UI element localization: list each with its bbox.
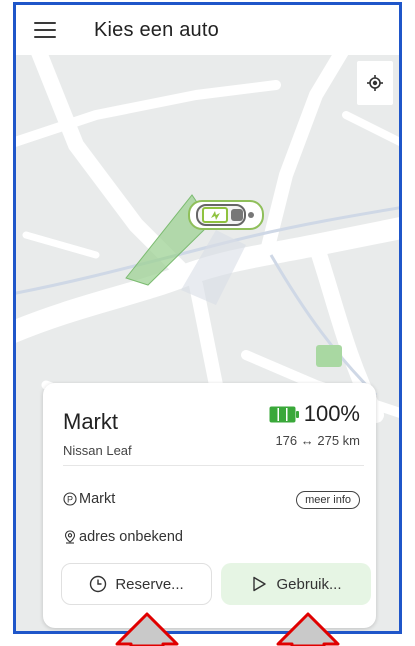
- car-marker-icon[interactable]: [187, 198, 265, 232]
- my-location-icon: [367, 75, 383, 91]
- car-model: Nissan Leaf: [63, 443, 132, 458]
- address-text: adres onbekend: [79, 529, 183, 545]
- top-app-bar: Kies een auto: [16, 5, 399, 55]
- battery-percent: 100%: [303, 401, 360, 426]
- location-pin-icon: [64, 530, 76, 544]
- reserve-label: Reserve...: [115, 575, 184, 593]
- clock-icon: [90, 575, 107, 593]
- my-location-button[interactable]: [357, 61, 393, 105]
- car-location-name: Markt: [63, 409, 118, 434]
- use-button[interactable]: Gebruik...: [221, 563, 371, 605]
- battery-status: 100%: [269, 401, 360, 427]
- parking-name: Markt: [79, 491, 116, 507]
- parking-icon: P: [63, 492, 77, 506]
- svg-text:P: P: [67, 494, 73, 504]
- divider: [63, 465, 364, 466]
- menu-icon[interactable]: [34, 22, 56, 38]
- range-text: 176 ↔ 275 km: [275, 433, 360, 448]
- address-row: adres onbekend: [63, 529, 183, 545]
- battery-icon: [269, 406, 299, 422]
- page-title: Kies een auto: [94, 18, 219, 41]
- more-info-button[interactable]: meer info: [296, 491, 360, 509]
- app-window: Kies een auto Markt Nissan Leaf 100% 176…: [13, 2, 402, 634]
- parking-row: P Markt: [63, 491, 115, 507]
- use-label: Gebruik...: [276, 575, 342, 593]
- annotation-arrow-icon: [115, 612, 179, 646]
- car-detail-card: Markt Nissan Leaf 100% 176 ↔ 275 km P Ma…: [43, 383, 376, 628]
- reserve-button[interactable]: Reserve...: [61, 563, 212, 605]
- play-icon: [253, 576, 267, 592]
- annotation-arrow-icon: [276, 612, 340, 646]
